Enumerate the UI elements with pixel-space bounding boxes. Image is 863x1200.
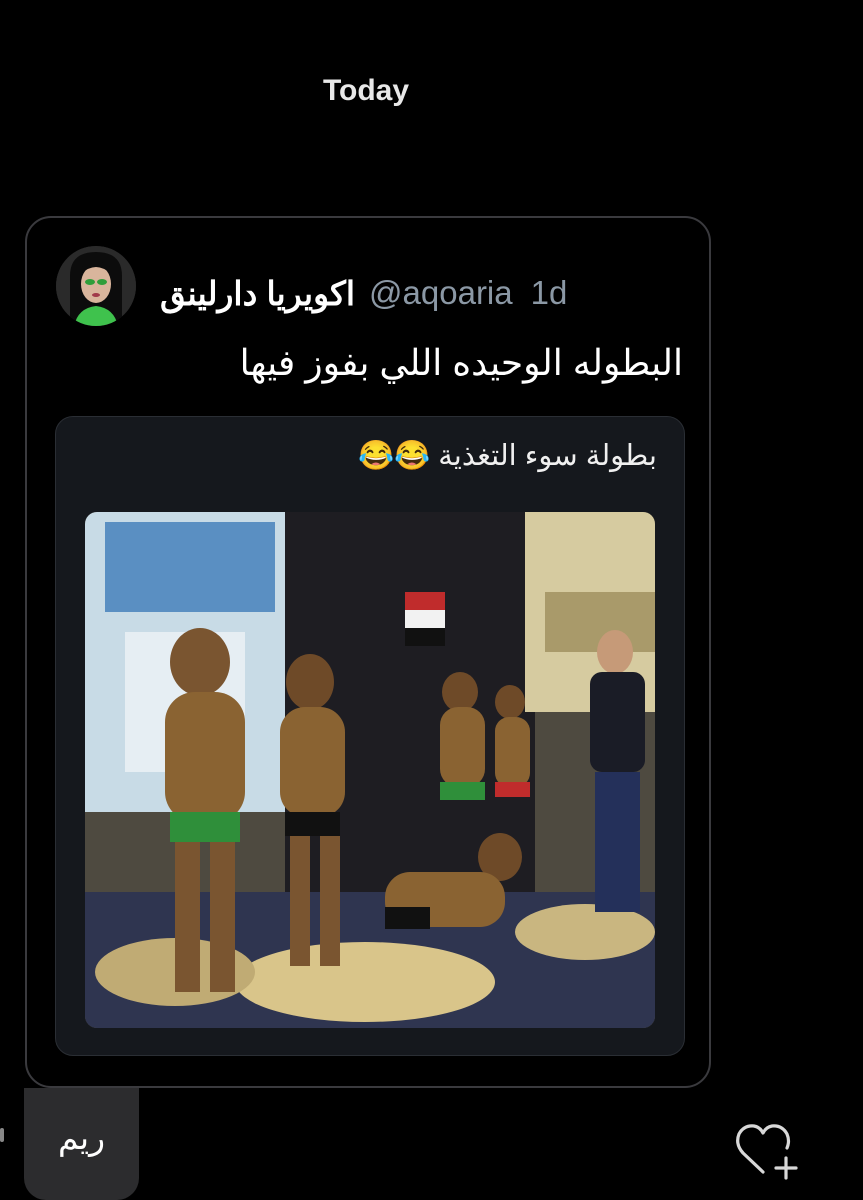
date-separator: Today [322,74,410,107]
react-heart-icon [736,1124,798,1180]
post-time: 1d [530,274,568,311]
photo-image [85,512,655,1028]
quoted-post-photo[interactable] [85,512,655,1028]
post-text: البطوله الوحيده اللي بفوز فيها [239,342,683,383]
quoted-post-text: بطولة سوء التغذية 😂😂 [357,440,657,472]
author-display-name[interactable]: اكويريا دارلينق [160,274,355,313]
reply-bubble[interactable]: ريم [24,1088,139,1200]
edge-indicator [0,1128,4,1142]
author-handle[interactable]: @aqoaria [369,274,513,312]
post-header: اكويريا دارلينق @aqoaria 1d [160,268,567,318]
author-avatar[interactable] [56,246,136,326]
avatar-image [56,246,136,326]
heart-plus-icon[interactable] [734,1120,804,1184]
reply-text: ريم [57,1119,106,1156]
